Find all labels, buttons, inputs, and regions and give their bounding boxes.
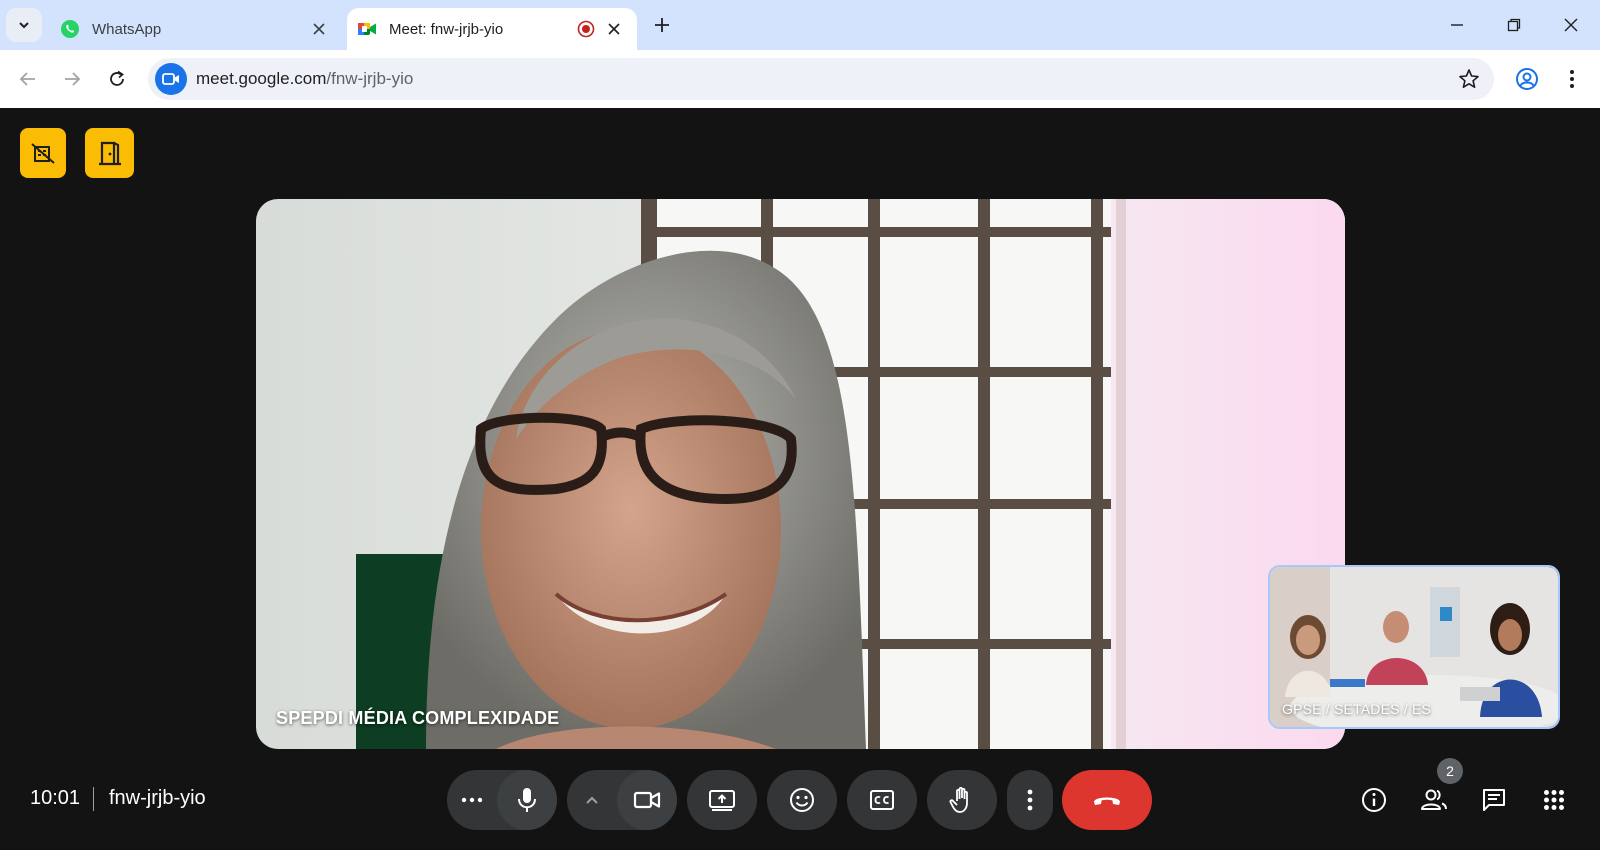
tab-title: Meet: fnw-jrjb-yio <box>389 20 504 38</box>
url-host: meet.google.com <box>196 69 327 88</box>
self-view-video[interactable]: GPSE / SETADES / ES <box>1268 565 1560 729</box>
meeting-code: fnw-jrjb-yio <box>109 787 206 809</box>
no-wallpaper-icon <box>31 143 55 164</box>
whatsapp-icon <box>61 20 79 38</box>
video-control-group <box>567 770 677 830</box>
recording-icon <box>577 20 595 38</box>
leave-door-icon <box>98 141 121 166</box>
url-text: meet.google.com/fnw-jrjb-yio <box>196 69 413 89</box>
close-icon <box>608 23 620 35</box>
profile-button[interactable] <box>1513 65 1541 93</box>
meet-stage: SPEPDI MÉDIA COMPLEXIDADE GPSE / SETADES… <box>0 108 1600 850</box>
participant-video-image <box>256 199 1345 749</box>
more-vert-icon <box>1027 789 1033 811</box>
self-participant-name: GPSE / SETADES / ES <box>1282 701 1432 717</box>
restore-button[interactable] <box>1499 10 1529 40</box>
plus-icon <box>655 18 669 32</box>
audio-settings-button[interactable] <box>447 770 497 830</box>
more-dots-icon <box>461 797 483 803</box>
account-circle-icon <box>1516 68 1538 90</box>
url-path: /fnw-jrjb-yio <box>326 69 414 88</box>
close-window-button[interactable] <box>1556 10 1586 40</box>
close-icon <box>1564 18 1578 32</box>
divider <box>93 787 94 811</box>
restore-icon <box>1507 18 1521 32</box>
reload-button[interactable] <box>103 65 131 93</box>
video-settings-button[interactable] <box>567 770 617 830</box>
site-info-button[interactable] <box>155 63 187 95</box>
browser-toolbar: meet.google.com/fnw-jrjb-yio <box>0 50 1600 109</box>
info-icon <box>1362 788 1386 812</box>
participant-name: SPEPDI MÉDIA COMPLEXIDADE <box>276 708 560 728</box>
minimize-button[interactable] <box>1442 10 1472 40</box>
close-icon <box>313 23 325 35</box>
main-participant-video[interactable]: SPEPDI MÉDIA COMPLEXIDADE <box>256 199 1345 749</box>
tab-title: WhatsApp <box>92 20 162 38</box>
tab-search-button[interactable] <box>6 8 42 42</box>
chat-icon <box>1483 789 1505 811</box>
captions-button[interactable] <box>847 770 917 830</box>
background-off-button[interactable] <box>20 128 66 178</box>
people-icon <box>1421 789 1447 810</box>
raise-hand-icon <box>949 786 968 813</box>
close-tab-button[interactable] <box>603 18 625 40</box>
arrow-left-icon <box>19 72 35 86</box>
address-bar[interactable]: meet.google.com/fnw-jrjb-yio <box>148 58 1494 100</box>
back-button[interactable] <box>14 65 42 93</box>
emoji-icon <box>790 788 814 812</box>
captions-icon <box>870 790 894 810</box>
chat-button[interactable] <box>1472 778 1516 822</box>
people-button[interactable] <box>1412 778 1456 822</box>
tab-meet[interactable]: Meet: fnw-jrjb-yio <box>347 8 637 50</box>
browser-menu-button[interactable] <box>1558 65 1586 93</box>
bookmark-button[interactable] <box>1458 68 1480 90</box>
reactions-button[interactable] <box>767 770 837 830</box>
camera-button[interactable] <box>617 770 677 830</box>
end-call-icon <box>1094 797 1120 805</box>
meeting-details-button[interactable] <box>1352 778 1396 822</box>
leave-call-button[interactable] <box>1062 770 1152 830</box>
minimize-icon <box>1451 24 1463 26</box>
google-meet-icon <box>358 23 376 35</box>
meeting-clock: 10:01 <box>30 787 81 809</box>
participant-count-badge: 2 <box>1437 758 1463 784</box>
tab-whatsapp[interactable]: WhatsApp <box>52 8 342 50</box>
activities-icon <box>1544 790 1564 810</box>
activities-button[interactable] <box>1532 778 1576 822</box>
video-camera-icon <box>162 73 179 85</box>
audio-control-group <box>447 770 557 830</box>
raise-hand-button[interactable] <box>927 770 997 830</box>
camera-icon <box>633 791 661 809</box>
star-icon <box>1459 69 1479 88</box>
more-options-button[interactable] <box>1007 770 1053 830</box>
new-tab-button[interactable] <box>650 13 674 37</box>
arrow-right-icon <box>65 72 81 86</box>
reload-icon <box>110 70 124 86</box>
forward-button[interactable] <box>58 65 86 93</box>
close-tab-button[interactable] <box>308 18 330 40</box>
present-screen-icon <box>709 790 735 811</box>
microphone-icon <box>518 788 536 812</box>
present-screen-button[interactable] <box>687 770 757 830</box>
more-vert-icon <box>1570 70 1574 88</box>
chevron-up-icon <box>586 796 598 804</box>
leave-room-button[interactable] <box>85 128 134 178</box>
browser-tab-strip: WhatsApp Meet: fnw-jrjb-yio <box>0 0 1600 50</box>
chevron-down-icon <box>19 22 29 29</box>
microphone-button[interactable] <box>497 770 557 830</box>
